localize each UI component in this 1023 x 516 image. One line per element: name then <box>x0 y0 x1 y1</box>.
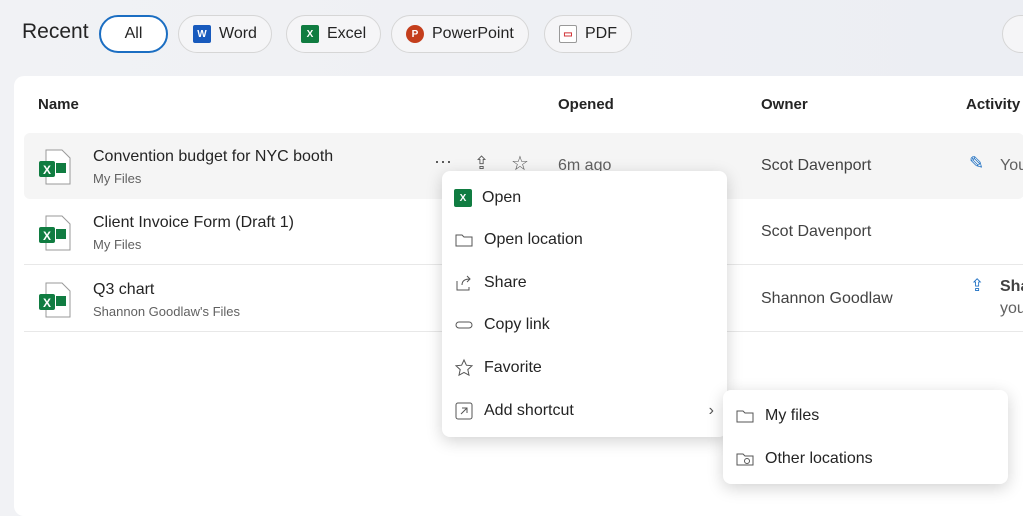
svg-text:X: X <box>43 229 51 243</box>
owner: Scot Davenport <box>761 223 872 240</box>
svg-text:X: X <box>43 163 51 177</box>
folder-location-icon <box>455 234 473 247</box>
excel-file-icon: X <box>39 282 71 318</box>
chevron-right-icon: › <box>708 402 714 419</box>
menu-item-copy-link[interactable]: Copy link <box>454 305 550 345</box>
folder-search-icon <box>736 453 754 466</box>
word-icon: W <box>193 25 211 43</box>
menu-label: Open location <box>484 231 583 248</box>
menu-item-open-location[interactable]: Open location <box>454 220 583 260</box>
submenu-item-other-locations[interactable]: Other locations <box>735 439 873 479</box>
owner: Scot Davenport <box>761 157 872 174</box>
column-activity[interactable]: Activity <box>966 96 1020 113</box>
activity: You <box>1000 157 1023 174</box>
more-button[interactable] <box>1002 15 1023 53</box>
page-title: Recent <box>22 20 89 43</box>
pdf-icon: ▭ <box>559 25 577 43</box>
excel-icon: X <box>454 189 472 207</box>
column-name[interactable]: Name <box>38 96 79 113</box>
context-menu: X Open Open location Share Copy link Favo… <box>442 171 727 437</box>
shortcut-submenu: My files Other locations <box>723 390 1008 484</box>
powerpoint-icon: P <box>406 25 424 43</box>
file-location: My Files <box>93 171 142 186</box>
shortcut-icon <box>455 402 473 420</box>
excel-icon: X <box>301 25 319 43</box>
menu-label: My files <box>765 407 820 424</box>
column-opened[interactable]: Opened <box>558 96 614 113</box>
filter-label: Excel <box>327 25 367 42</box>
share-activity-icon: ⇪ <box>970 276 985 295</box>
more-options-icon[interactable]: ··· <box>434 151 452 172</box>
excel-file-icon: X <box>39 149 71 185</box>
share-icon <box>456 275 471 291</box>
menu-label: Share <box>484 274 527 291</box>
file-location: My Files <box>93 237 142 252</box>
filter-word[interactable]: W Word <box>178 15 272 53</box>
filter-label: All <box>124 25 143 42</box>
menu-label: Other locations <box>765 450 873 467</box>
filter-powerpoint[interactable]: P PowerPoint <box>391 15 529 53</box>
file-location: Shannon Goodlaw's Files <box>93 304 241 319</box>
menu-item-share[interactable]: Share <box>454 263 527 303</box>
filter-label: PDF <box>585 25 617 42</box>
pencil-icon: ✎ <box>969 153 985 173</box>
link-icon <box>455 321 473 329</box>
activity-sub: you <box>1000 300 1023 317</box>
menu-item-favorite[interactable]: Favorite <box>454 348 542 388</box>
menu-item-open[interactable]: X Open <box>454 178 521 218</box>
filter-pdf[interactable]: ▭ PDF <box>544 15 632 53</box>
filter-label: Word <box>219 25 257 42</box>
excel-file-icon: X <box>39 215 71 251</box>
owner: Shannon Goodlaw <box>761 290 893 307</box>
activity: Sha <box>1000 278 1023 295</box>
column-owner[interactable]: Owner <box>761 96 808 113</box>
svg-text:X: X <box>43 296 51 310</box>
file-name[interactable]: Client Invoice Form (Draft 1) <box>93 214 294 232</box>
file-name[interactable]: Q3 chart <box>93 281 154 299</box>
star-icon <box>454 358 474 377</box>
folder-icon <box>736 410 754 423</box>
filter-label: PowerPoint <box>432 25 514 42</box>
filter-excel[interactable]: X Excel <box>286 15 382 53</box>
file-name[interactable]: Convention budget for NYC booth <box>93 148 333 166</box>
menu-label: Copy link <box>484 316 550 333</box>
submenu-item-my-files[interactable]: My files <box>735 396 819 436</box>
menu-label: Add shortcut <box>484 402 574 419</box>
filter-all[interactable]: All <box>99 15 168 53</box>
menu-item-add-shortcut[interactable]: Add shortcut › <box>454 391 714 431</box>
menu-label: Favorite <box>484 359 542 376</box>
menu-label: Open <box>482 189 522 206</box>
